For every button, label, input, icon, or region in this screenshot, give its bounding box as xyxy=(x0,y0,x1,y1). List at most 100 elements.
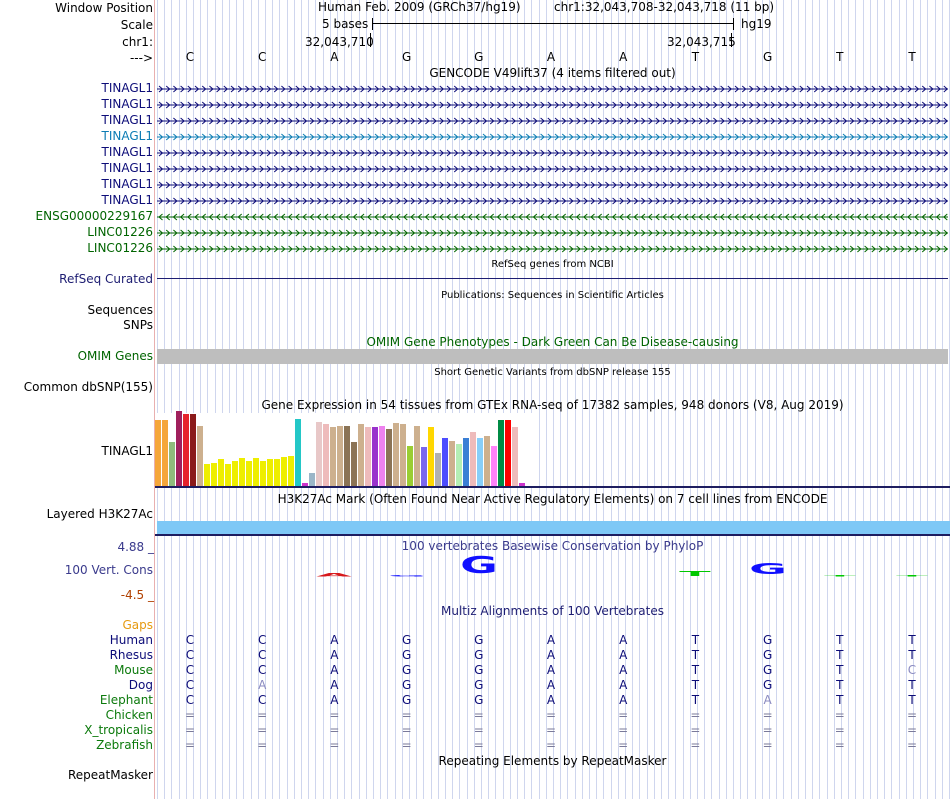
gencode-gene-label[interactable]: TINAGL1 xyxy=(102,177,153,191)
gtex-tissue-bar[interactable] xyxy=(344,425,351,486)
gtex-tissue-bar[interactable] xyxy=(190,413,197,486)
multiz-track-title[interactable]: Multiz Alignments of 100 Vertebrates xyxy=(155,604,950,618)
position-text[interactable]: chr1:32,043,708-32,043,718 (11 bp) xyxy=(554,0,774,14)
gtex-tissue-bar[interactable] xyxy=(162,420,169,486)
gtex-tissue-bar[interactable] xyxy=(386,429,393,486)
gtex-tissue-bar[interactable] xyxy=(491,445,498,486)
phylop-logo-letter[interactable]: T xyxy=(818,575,862,577)
gtex-tissue-bar[interactable] xyxy=(183,413,190,486)
gencode-transcript-line[interactable] xyxy=(157,196,948,206)
multiz-species-label[interactable]: Dog xyxy=(129,678,153,692)
gtex-tissue-bar[interactable] xyxy=(372,427,379,486)
gtex-tissue-bar[interactable] xyxy=(414,425,421,486)
gencode-track-title[interactable]: GENCODE V49lift37 (4 items filtered out) xyxy=(155,66,950,80)
h3k27ac-track-title[interactable]: H3K27Ac Mark (Often Found Near Active Re… xyxy=(155,492,950,506)
phylop-logo-letter[interactable]: T xyxy=(673,570,717,577)
publications-label-sequences[interactable]: Sequences xyxy=(88,303,153,317)
gencode-transcript-line[interactable] xyxy=(157,244,948,254)
gtex-track-title[interactable]: Gene Expression in 54 tissues from GTEx … xyxy=(155,398,950,412)
phylop-label[interactable]: 100 Vert. Cons xyxy=(65,563,153,577)
multiz-gaps-label[interactable]: Gaps xyxy=(122,618,153,632)
gencode-transcript-line[interactable] xyxy=(157,164,948,174)
gencode-transcript-line[interactable] xyxy=(157,212,948,222)
gencode-gene-label[interactable]: TINAGL1 xyxy=(102,113,153,127)
gtex-tissue-bar[interactable] xyxy=(358,424,365,486)
gencode-transcript-line[interactable] xyxy=(157,84,948,94)
gtex-tissue-bar[interactable] xyxy=(218,459,225,486)
gtex-tissue-bar[interactable] xyxy=(337,425,344,486)
gtex-tissue-bar[interactable] xyxy=(239,457,246,486)
gtex-label[interactable]: TINAGL1 xyxy=(102,444,153,458)
phylop-logo-letter[interactable]: C xyxy=(168,577,212,581)
gencode-gene-label[interactable]: TINAGL1 xyxy=(102,145,153,159)
gtex-tissue-bar[interactable] xyxy=(246,460,253,486)
gtex-tissue-bar[interactable] xyxy=(393,423,400,486)
omim-feature-bar[interactable] xyxy=(157,349,948,364)
gtex-tissue-bar[interactable] xyxy=(176,411,183,486)
gtex-tissue-bar[interactable] xyxy=(512,427,519,486)
gtex-tissue-bar[interactable] xyxy=(365,427,372,486)
multiz-species-label[interactable]: X_tropicalis xyxy=(84,723,153,737)
phylop-logo-letter[interactable]: T xyxy=(890,575,934,577)
multiz-species-label[interactable]: Chicken xyxy=(106,708,153,722)
gencode-gene-label[interactable]: ENSG00000229167 xyxy=(36,209,153,223)
gencode-gene-label[interactable]: TINAGL1 xyxy=(102,129,153,143)
gtex-tissue-bar[interactable] xyxy=(281,457,288,486)
dbsnp-label[interactable]: Common dbSNP(155) xyxy=(24,380,153,394)
multiz-species-label[interactable]: Human xyxy=(110,633,153,647)
phylop-logo-letter[interactable]: A xyxy=(601,577,645,579)
multiz-species-label[interactable]: Elephant xyxy=(100,693,153,707)
gtex-tissue-bar[interactable] xyxy=(267,459,274,486)
omim-label[interactable]: OMIM Genes xyxy=(78,349,153,363)
gencode-transcript-line[interactable] xyxy=(157,228,948,238)
gencode-transcript-line[interactable] xyxy=(157,100,948,110)
gencode-gene-label[interactable]: TINAGL1 xyxy=(102,97,153,111)
gtex-tissue-bar[interactable] xyxy=(351,442,358,486)
refseq-track-title[interactable]: RefSeq genes from NCBI xyxy=(155,259,950,270)
gtex-tissue-bar[interactable] xyxy=(484,435,491,486)
gtex-tissue-bar[interactable] xyxy=(232,460,239,486)
gtex-tissue-bar[interactable] xyxy=(225,463,232,486)
gtex-tissue-bar[interactable] xyxy=(379,425,386,486)
refseq-gene-line[interactable] xyxy=(157,278,948,279)
gencode-transcript-line[interactable] xyxy=(157,180,948,190)
gencode-transcript-line[interactable] xyxy=(157,116,948,126)
gtex-tissue-bar[interactable] xyxy=(274,459,281,486)
h3k27ac-signal[interactable] xyxy=(157,521,950,534)
gtex-tissue-bar[interactable] xyxy=(295,419,302,486)
multiz-species-label[interactable]: Rhesus xyxy=(110,648,153,662)
repeatmasker-label[interactable]: RepeatMasker xyxy=(68,768,153,782)
gencode-gene-label[interactable]: TINAGL1 xyxy=(102,193,153,207)
gtex-tissue-bar[interactable] xyxy=(260,461,267,486)
multiz-species-label[interactable]: Zebrafish xyxy=(96,738,153,752)
gtex-tissue-bar[interactable] xyxy=(155,420,162,486)
h3k27ac-label[interactable]: Layered H3K27Ac xyxy=(47,507,153,521)
gtex-tissue-bar[interactable] xyxy=(435,452,442,486)
gtex-tissue-bar[interactable] xyxy=(407,445,414,486)
phylop-logo-letter[interactable]: G xyxy=(746,562,790,577)
gtex-tissue-bar[interactable] xyxy=(211,462,218,486)
phylop-logo-letter[interactable]: G xyxy=(385,575,429,577)
gtex-tissue-bar[interactable] xyxy=(498,420,505,486)
gtex-tissue-bar[interactable] xyxy=(442,437,449,486)
gtex-bar-chart[interactable] xyxy=(155,411,535,486)
gtex-tissue-bar[interactable] xyxy=(428,427,435,486)
gtex-tissue-bar[interactable] xyxy=(330,427,337,486)
multiz-species-label[interactable]: Mouse xyxy=(114,663,153,677)
gtex-tissue-bar[interactable] xyxy=(505,420,512,486)
gtex-tissue-bar[interactable] xyxy=(477,437,484,486)
gencode-gene-label[interactable]: TINAGL1 xyxy=(102,81,153,95)
gtex-tissue-bar[interactable] xyxy=(204,463,211,486)
phylop-logo-letter[interactable]: C xyxy=(240,577,284,581)
omim-track-title[interactable]: OMIM Gene Phenotypes - Dark Green Can Be… xyxy=(155,335,950,349)
gtex-tissue-bar[interactable] xyxy=(323,424,330,486)
gencode-gene-label[interactable]: LINC01226 xyxy=(87,241,153,255)
gtex-tissue-bar[interactable] xyxy=(463,437,470,486)
phylop-logo-letter[interactable]: A xyxy=(529,577,573,579)
gencode-transcript-line[interactable] xyxy=(157,132,948,142)
publications-track-title[interactable]: Publications: Sequences in Scientific Ar… xyxy=(155,290,950,301)
gencode-gene-label[interactable]: TINAGL1 xyxy=(102,161,153,175)
phylop-logo-letter[interactable]: A xyxy=(312,573,356,577)
gtex-tissue-bar[interactable] xyxy=(449,441,456,486)
gencode-gene-label[interactable]: LINC01226 xyxy=(87,225,153,239)
